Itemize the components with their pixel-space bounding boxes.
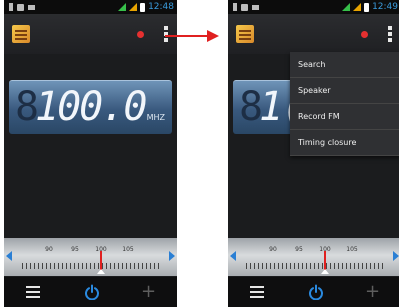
signal-icon xyxy=(342,3,351,11)
app-icon[interactable] xyxy=(236,25,254,43)
bottom-toolbar: + xyxy=(4,277,177,307)
notification-icons xyxy=(9,2,35,12)
menu-item-timing-closure[interactable]: Timing closure xyxy=(290,130,399,156)
tune-left-arrow-icon[interactable] xyxy=(230,251,236,261)
right-phone-screen: 12:49 8 1( 90 95 100 105 + Search Speake… xyxy=(228,0,399,307)
status-indicators: 12:48 xyxy=(118,1,174,13)
menu-item-search[interactable]: Search xyxy=(290,52,399,78)
tune-right-arrow-icon[interactable] xyxy=(169,251,175,261)
needle-marker xyxy=(321,269,329,274)
scale-label: 105 xyxy=(346,246,358,253)
status-bar: 12:49 xyxy=(228,0,399,14)
hamburger-menu-icon[interactable] xyxy=(26,286,40,298)
bottom-toolbar: + xyxy=(228,277,399,307)
add-icon[interactable]: + xyxy=(365,283,380,301)
needle-marker xyxy=(97,269,105,274)
signal-icon xyxy=(118,3,127,11)
power-icon[interactable] xyxy=(84,284,100,300)
tuning-ticks xyxy=(246,263,383,269)
record-icon[interactable] xyxy=(361,31,368,38)
menu-item-record-fm[interactable]: Record FM xyxy=(290,104,399,130)
message-icon xyxy=(252,4,259,10)
record-icon[interactable] xyxy=(137,31,144,38)
notification-icons xyxy=(233,2,259,12)
status-bar: 12:48 xyxy=(4,0,177,14)
scale-label: 105 xyxy=(122,246,134,253)
add-icon[interactable]: + xyxy=(141,283,156,301)
action-bar xyxy=(228,14,399,54)
frequency-unit: MHZ xyxy=(146,113,165,122)
scale-label: 90 xyxy=(45,246,53,253)
usb-icon xyxy=(233,3,237,11)
tuning-dial[interactable]: 90 95 100 105 xyxy=(4,238,177,276)
signal-icon-2 xyxy=(129,3,138,11)
menu-item-speaker[interactable]: Speaker xyxy=(290,78,399,104)
notification-icon xyxy=(17,3,24,11)
frequency-value: 100.0 xyxy=(35,84,147,130)
notification-icon xyxy=(241,3,248,11)
scale-label: 95 xyxy=(295,246,303,253)
signal-icon-2 xyxy=(353,3,362,11)
status-clock: 12:49 xyxy=(372,2,398,12)
app-icon[interactable] xyxy=(12,25,30,43)
tuning-needle[interactable] xyxy=(100,251,102,270)
frequency-display: 8 100.0 MHZ xyxy=(9,80,172,134)
tuning-dial[interactable]: 90 95 100 105 xyxy=(228,238,399,276)
overflow-dropdown-menu: Search Speaker Record FM Timing closure xyxy=(290,52,399,156)
usb-icon xyxy=(9,3,13,11)
scale-label: 95 xyxy=(71,246,79,253)
tune-left-arrow-icon[interactable] xyxy=(6,251,12,261)
action-bar xyxy=(4,14,177,54)
status-indicators: 12:49 xyxy=(342,1,398,13)
message-icon xyxy=(28,4,35,10)
battery-icon xyxy=(364,2,370,12)
overflow-menu-icon[interactable] xyxy=(387,26,392,42)
tune-right-arrow-icon[interactable] xyxy=(393,251,399,261)
left-phone-screen: 12:48 8 100.0 MHZ 90 95 100 105 + xyxy=(4,0,177,307)
scale-label: 90 xyxy=(269,246,277,253)
status-clock: 12:48 xyxy=(148,2,174,12)
tuning-needle[interactable] xyxy=(324,251,326,270)
transition-arrow xyxy=(165,30,219,42)
tuning-ticks xyxy=(22,263,159,269)
power-icon[interactable] xyxy=(308,284,324,300)
battery-icon xyxy=(140,2,146,12)
hamburger-menu-icon[interactable] xyxy=(250,286,264,298)
